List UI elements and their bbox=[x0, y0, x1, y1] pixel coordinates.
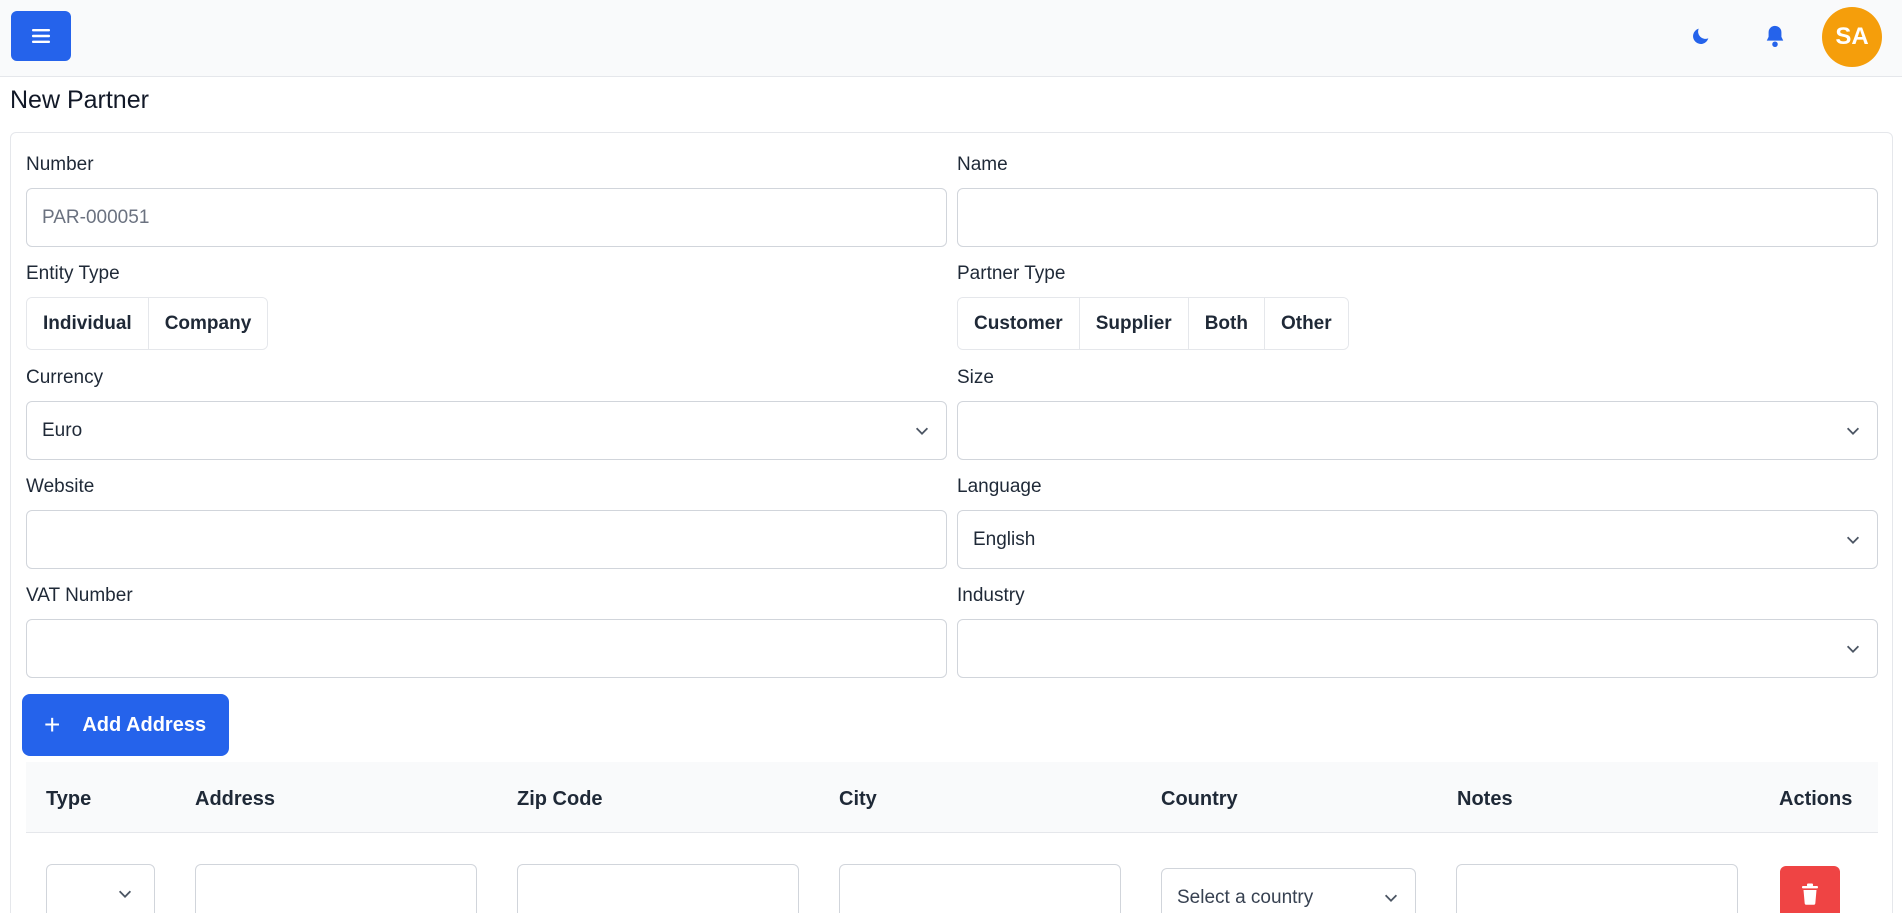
currency-label: Currency bbox=[26, 367, 104, 388]
theme-toggle-button[interactable] bbox=[1687, 22, 1715, 50]
currency-value: Euro bbox=[42, 419, 83, 441]
menu-toggle-button[interactable] bbox=[11, 11, 71, 61]
notes-input[interactable] bbox=[1456, 864, 1738, 913]
size-label: Size bbox=[957, 367, 994, 388]
language-select[interactable]: English bbox=[957, 510, 1878, 569]
partner-type-other[interactable]: Other bbox=[1264, 298, 1348, 349]
partner-type-label: Partner Type bbox=[957, 263, 1066, 284]
moon-icon bbox=[1693, 28, 1709, 44]
entity-type-label: Entity Type bbox=[26, 263, 120, 284]
country-select[interactable]: Select a country bbox=[1161, 868, 1416, 913]
language-label: Language bbox=[957, 476, 1042, 497]
column-city: City bbox=[839, 788, 877, 810]
top-bar: SA bbox=[0, 0, 1902, 77]
page-title: New Partner bbox=[10, 86, 149, 114]
partner-type-customer[interactable]: Customer bbox=[958, 298, 1080, 349]
address-table-header: Type Address Zip Code City Country Notes… bbox=[26, 762, 1878, 833]
entity-type-individual[interactable]: Individual bbox=[27, 298, 149, 349]
add-address-button[interactable]: + Add Address bbox=[22, 694, 229, 756]
vat-label: VAT Number bbox=[26, 585, 133, 606]
chevron-down-icon bbox=[1384, 894, 1398, 902]
plus-icon: + bbox=[44, 709, 61, 740]
number-label: Number bbox=[26, 154, 94, 175]
country-placeholder: Select a country bbox=[1177, 886, 1314, 908]
zip-code-input[interactable] bbox=[517, 864, 799, 913]
partner-type-group: Customer Supplier Both Other bbox=[957, 297, 1349, 350]
partner-type-supplier[interactable]: Supplier bbox=[1079, 298, 1189, 349]
industry-select[interactable] bbox=[957, 619, 1878, 678]
entity-type-company[interactable]: Company bbox=[148, 298, 268, 349]
chevron-down-icon bbox=[1846, 536, 1860, 544]
vat-input[interactable] bbox=[26, 619, 947, 678]
column-zip-code: Zip Code bbox=[517, 788, 603, 810]
name-input[interactable] bbox=[957, 188, 1878, 247]
name-label: Name bbox=[957, 154, 1008, 175]
add-address-label: Add Address bbox=[82, 713, 207, 736]
language-value: English bbox=[973, 528, 1036, 550]
website-input[interactable] bbox=[26, 510, 947, 569]
user-avatar[interactable]: SA bbox=[1822, 7, 1882, 67]
city-input[interactable] bbox=[839, 864, 1121, 913]
chevron-down-icon bbox=[1846, 427, 1860, 435]
avatar-initials: SA bbox=[1835, 23, 1869, 50]
address-input[interactable] bbox=[195, 864, 477, 913]
chevron-down-icon bbox=[1846, 645, 1860, 653]
hamburger-icon bbox=[32, 29, 50, 43]
delete-address-button[interactable] bbox=[1780, 866, 1840, 913]
column-notes: Notes bbox=[1457, 788, 1513, 810]
notifications-button[interactable] bbox=[1761, 22, 1789, 50]
trash-icon bbox=[1802, 883, 1818, 905]
address-type-select[interactable] bbox=[46, 864, 155, 913]
column-country: Country bbox=[1161, 788, 1238, 810]
column-actions: Actions bbox=[1779, 788, 1853, 810]
bell-icon bbox=[1766, 25, 1784, 47]
entity-type-group: Individual Company bbox=[26, 297, 269, 350]
partner-type-both[interactable]: Both bbox=[1188, 298, 1265, 349]
website-label: Website bbox=[26, 476, 95, 497]
size-select[interactable] bbox=[957, 401, 1878, 460]
column-type: Type bbox=[46, 788, 92, 810]
chevron-down-icon bbox=[915, 427, 929, 435]
column-address: Address bbox=[195, 788, 276, 810]
number-input[interactable] bbox=[26, 188, 947, 247]
industry-label: Industry bbox=[957, 585, 1025, 606]
chevron-down-icon bbox=[118, 890, 132, 898]
currency-select[interactable]: Euro bbox=[26, 401, 947, 460]
